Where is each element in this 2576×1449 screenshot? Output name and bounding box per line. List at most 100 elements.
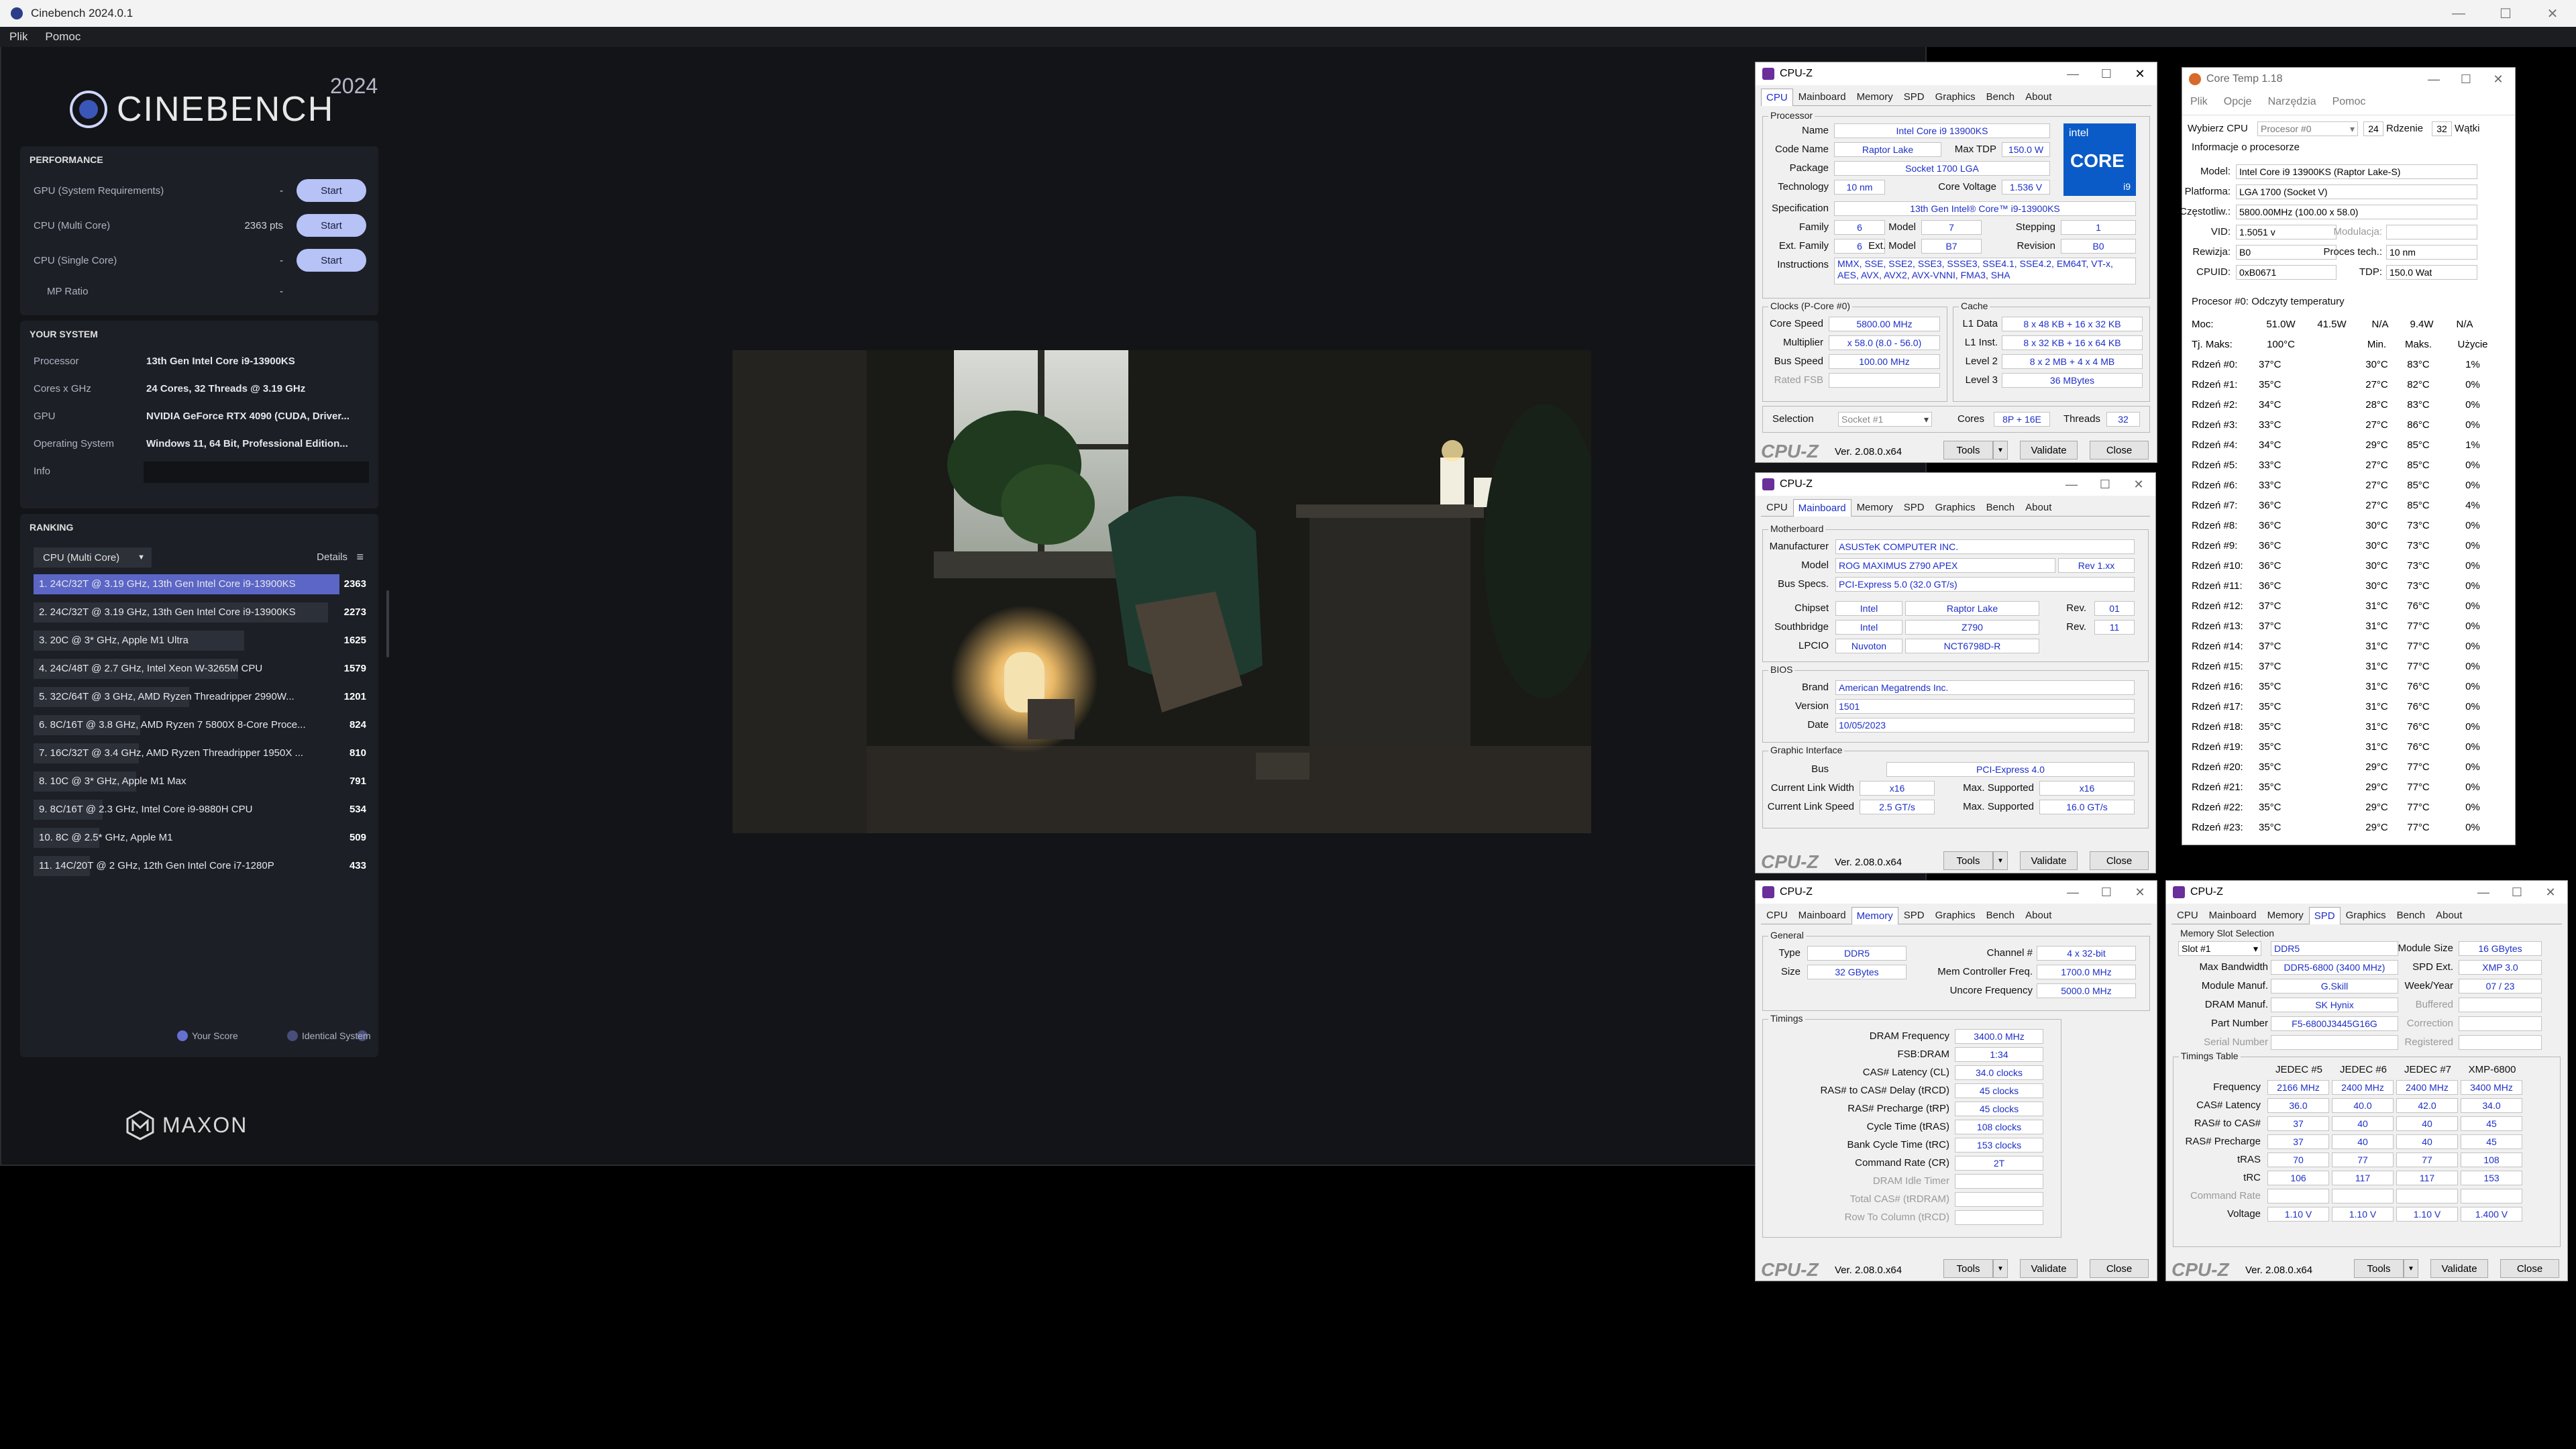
ranking-item[interactable]: 7. 16C/32T @ 3.4 GHz, AMD Ryzen Threadri… bbox=[34, 743, 366, 763]
ranking-scrollbar[interactable] bbox=[386, 590, 389, 657]
group-legend: Graphic Interface bbox=[1768, 745, 1845, 755]
close-icon[interactable]: ✕ bbox=[2481, 68, 2515, 91]
details-button[interactable]: Details bbox=[317, 551, 347, 563]
core-temp: 33°C bbox=[2259, 419, 2282, 431]
tab-memory[interactable]: Memory bbox=[1851, 498, 1898, 516]
socket-select[interactable]: Socket #1 ▾ bbox=[1838, 412, 1932, 427]
tab-cpu[interactable]: CPU bbox=[1761, 906, 1793, 924]
close-button[interactable]: Close bbox=[2090, 1259, 2149, 1278]
validate-button[interactable]: Validate bbox=[2430, 1259, 2488, 1278]
tab-graphics[interactable]: Graphics bbox=[2341, 906, 2392, 924]
current-link-width-value: x16 bbox=[1860, 781, 1935, 796]
tab-about[interactable]: About bbox=[2430, 906, 2467, 924]
close-button[interactable]: Close bbox=[2090, 441, 2149, 460]
close-icon[interactable]: ✕ bbox=[2529, 0, 2576, 27]
tab-mainboard[interactable]: Mainboard bbox=[2204, 906, 2262, 924]
ranking-item[interactable]: 11. 14C/20T @ 2 GHz, 12th Gen Intel Core… bbox=[34, 856, 366, 876]
field-label: Brand bbox=[1801, 682, 1829, 693]
slot-select[interactable]: Slot #1 ▾ bbox=[2178, 941, 2261, 956]
tab-spd[interactable]: SPD bbox=[2308, 907, 2341, 924]
start-multi-core-button[interactable]: Start bbox=[297, 214, 366, 237]
ranking-item[interactable]: 6. 8C/16T @ 3.8 GHz, AMD Ryzen 7 5800X 8… bbox=[34, 715, 366, 735]
tools-dropdown-icon[interactable]: ▼ bbox=[1993, 851, 2008, 870]
validate-button[interactable]: Validate bbox=[2020, 1259, 2078, 1278]
level3-value: 36 MBytes bbox=[2002, 373, 2143, 388]
close-icon[interactable]: ✕ bbox=[2123, 62, 2157, 85]
core-label: Rdzeń #17: bbox=[2192, 701, 2243, 712]
minimize-icon[interactable]: — bbox=[2467, 881, 2500, 904]
tab-graphics[interactable]: Graphics bbox=[1930, 498, 1981, 516]
graphic-interface-group: Graphic Interface Bus PCI-Express 4.0 Cu… bbox=[1762, 745, 2149, 828]
tab-spd[interactable]: SPD bbox=[1898, 906, 1930, 924]
close-button[interactable]: Close bbox=[2090, 851, 2149, 870]
stepping-value: 1 bbox=[2061, 220, 2136, 235]
ranking-score: 1201 bbox=[343, 691, 366, 702]
minimize-icon[interactable]: — bbox=[2056, 881, 2090, 904]
ranking-dropdown[interactable]: CPU (Multi Core) ▼ bbox=[34, 547, 152, 568]
menu-opcje[interactable]: Opcje bbox=[2224, 96, 2252, 108]
minimize-icon[interactable]: — bbox=[2056, 62, 2090, 85]
start-single-core-button[interactable]: Start bbox=[297, 249, 366, 272]
tools-button[interactable]: Tools bbox=[1943, 851, 1993, 870]
tools-button[interactable]: Tools bbox=[1943, 1259, 1993, 1278]
tab-memory[interactable]: Memory bbox=[2262, 906, 2309, 924]
tab-memory[interactable]: Memory bbox=[1851, 907, 1898, 924]
system-label: Processor bbox=[34, 356, 79, 367]
close-button[interactable]: Close bbox=[2500, 1259, 2559, 1278]
tab-mainboard[interactable]: Mainboard bbox=[1793, 88, 1851, 105]
tab-about[interactable]: About bbox=[2020, 498, 2057, 516]
ranking-item[interactable]: 3. 20C @ 3* GHz, Apple M1 Ultra 1625 bbox=[34, 631, 366, 651]
menu-plik[interactable]: Plik bbox=[9, 30, 28, 44]
tab-cpu[interactable]: CPU bbox=[1761, 498, 1793, 516]
tab-mainboard[interactable]: Mainboard bbox=[1792, 499, 1851, 517]
ranking-item[interactable]: 5. 32C/64T @ 3 GHz, AMD Ryzen Threadripp… bbox=[34, 687, 366, 707]
tools-button[interactable]: Tools bbox=[1943, 441, 1993, 460]
cpuz-app-icon bbox=[1762, 68, 1774, 80]
filter-icon[interactable]: ≡ bbox=[356, 550, 364, 564]
tab-spd[interactable]: SPD bbox=[1898, 88, 1930, 105]
start-gpu-button[interactable]: Start bbox=[297, 179, 366, 202]
memory-type-value: DDR5 bbox=[1807, 946, 1907, 961]
tab-bench[interactable]: Bench bbox=[1981, 906, 2021, 924]
menu-plik[interactable]: Plik bbox=[2190, 96, 2208, 108]
tools-dropdown-icon[interactable]: ▼ bbox=[2404, 1259, 2418, 1278]
menu-pomoc[interactable]: Pomoc bbox=[45, 30, 80, 44]
minimize-icon[interactable]: — bbox=[2435, 0, 2482, 27]
ranking-item[interactable]: 2. 24C/32T @ 3.19 GHz, 13th Gen Intel Co… bbox=[34, 602, 366, 623]
tab-cpu[interactable]: CPU bbox=[1761, 89, 1793, 106]
minimize-icon[interactable]: — bbox=[2055, 473, 2088, 496]
ranking-item[interactable]: 9. 8C/16T @ 2.3 GHz, Intel Core i9-9880H… bbox=[34, 800, 366, 820]
tab-graphics[interactable]: Graphics bbox=[1930, 906, 1981, 924]
validate-button[interactable]: Validate bbox=[2020, 441, 2078, 460]
cpu-select[interactable]: Procesor #0 ▾ bbox=[2257, 121, 2358, 136]
tab-about[interactable]: About bbox=[2020, 906, 2057, 924]
tab-cpu[interactable]: CPU bbox=[2171, 906, 2204, 924]
tab-bench[interactable]: Bench bbox=[1981, 88, 2021, 105]
tools-dropdown-icon[interactable]: ▼ bbox=[1993, 441, 2008, 460]
tab-spd[interactable]: SPD bbox=[1898, 498, 1930, 516]
validate-button[interactable]: Validate bbox=[2020, 851, 2078, 870]
tab-about[interactable]: About bbox=[2020, 88, 2057, 105]
tab-mainboard[interactable]: Mainboard bbox=[1793, 906, 1851, 924]
menu-narzedzia[interactable]: Narzędzia bbox=[2268, 96, 2316, 108]
ranking-item[interactable]: 4. 24C/48T @ 2.7 GHz, Intel Xeon W-3265M… bbox=[34, 659, 366, 679]
core-max-temp: 77°C bbox=[2407, 822, 2430, 833]
close-icon[interactable]: ✕ bbox=[2534, 881, 2567, 904]
tools-button[interactable]: Tools bbox=[2354, 1259, 2404, 1278]
ranking-item[interactable]: 10. 8C @ 2.5* GHz, Apple M1 509 bbox=[34, 828, 366, 848]
performance-heading: PERFORMANCE bbox=[30, 154, 103, 165]
tab-bench[interactable]: Bench bbox=[2392, 906, 2431, 924]
tab-graphics[interactable]: Graphics bbox=[1930, 88, 1981, 105]
minimize-icon[interactable]: — bbox=[2417, 68, 2451, 91]
menu-pomoc[interactable]: Pomoc bbox=[2332, 96, 2366, 108]
close-icon[interactable]: ✕ bbox=[2122, 473, 2155, 496]
field-label: Ext. Family bbox=[1778, 240, 1829, 252]
info-field[interactable] bbox=[144, 462, 369, 483]
ranking-item[interactable]: 8. 10C @ 3* GHz, Apple M1 Max 791 bbox=[34, 771, 366, 792]
maximize-icon[interactable]: ☐ bbox=[2482, 0, 2529, 27]
tab-memory[interactable]: Memory bbox=[1851, 88, 1898, 105]
close-icon[interactable]: ✕ bbox=[2123, 881, 2157, 904]
ranking-item[interactable]: 1. 24C/32T @ 3.19 GHz, 13th Gen Intel Co… bbox=[34, 574, 366, 594]
tab-bench[interactable]: Bench bbox=[1981, 498, 2021, 516]
tools-dropdown-icon[interactable]: ▼ bbox=[1993, 1259, 2008, 1278]
